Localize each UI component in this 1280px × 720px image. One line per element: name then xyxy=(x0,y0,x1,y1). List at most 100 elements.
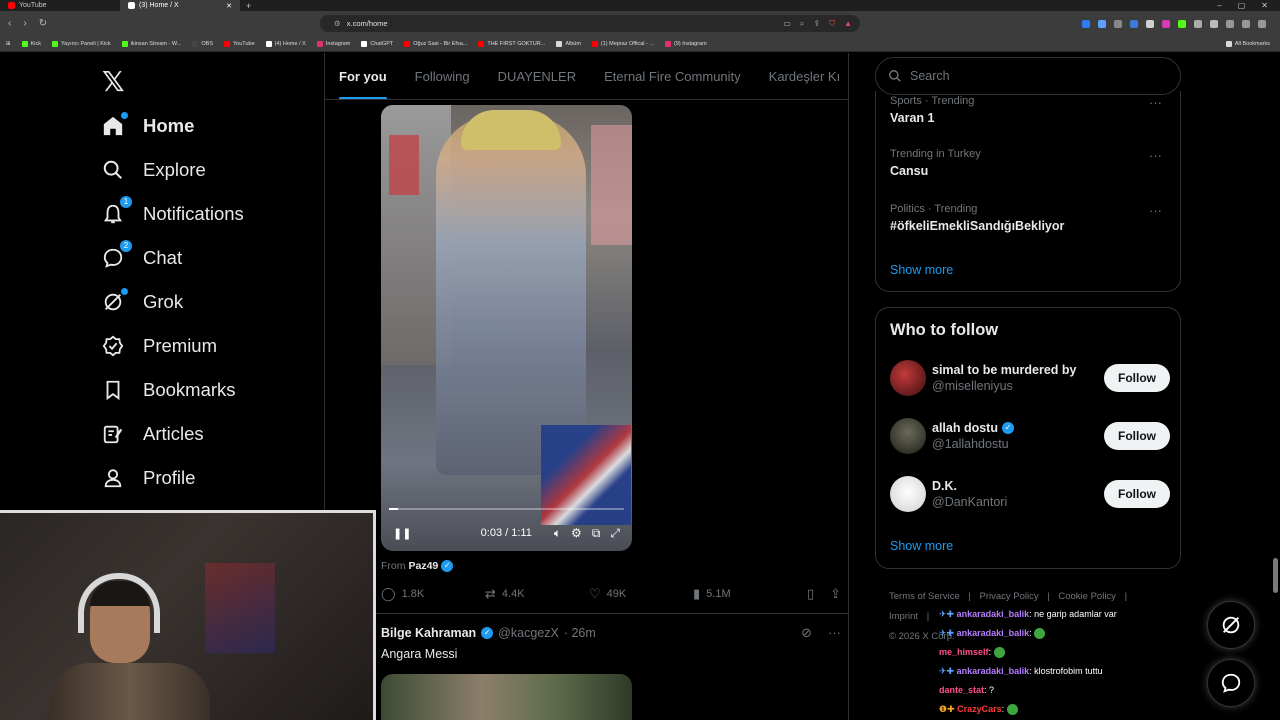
nav-item-explore[interactable]: Explore xyxy=(102,156,206,184)
follow-show-more-link[interactable]: Show more xyxy=(890,539,953,553)
url-field[interactable]: ⚙ x.com/home ▭ ⌕ ⇪ ⛉ ▲ xyxy=(320,15,860,32)
sidebar-icon[interactable] xyxy=(1226,19,1234,28)
trend-item[interactable]: Trending in Turkey Cansu ··· xyxy=(890,148,1170,178)
new-tab-button[interactable]: + xyxy=(240,1,257,11)
nav-item-profile[interactable]: Profile xyxy=(102,464,195,492)
messages-floating-button[interactable] xyxy=(1207,659,1255,707)
fullscreen-icon[interactable]: ⤢ xyxy=(610,526,620,541)
nav-item-articles[interactable]: Articles xyxy=(102,420,204,448)
like-button[interactable]: ♡ 49K xyxy=(589,586,693,602)
close-window-button[interactable]: ✕ xyxy=(1261,1,1268,10)
extension-icon[interactable] xyxy=(1194,19,1202,28)
pause-icon[interactable]: ❚❚ xyxy=(393,527,411,540)
bookmark[interactable]: ikinsan Stream - W... xyxy=(121,40,181,47)
apps-icon[interactable]: ⊞ xyxy=(6,41,11,47)
brave-shield-icon[interactable]: ⛉ xyxy=(829,19,835,29)
cookie-link[interactable]: Cookie Policy xyxy=(1058,591,1116,602)
tab-duayenler[interactable]: DUAYENLER xyxy=(498,53,577,99)
avatar[interactable] xyxy=(890,418,926,454)
pip-icon[interactable]: ⧉ xyxy=(592,526,601,541)
settings-icon[interactable]: ⚙ xyxy=(571,526,582,540)
imprint-link[interactable]: Imprint xyxy=(889,611,918,622)
tab-kardesler[interactable]: Kardeşler Kı xyxy=(769,53,841,99)
more-icon[interactable]: ··· xyxy=(828,625,841,641)
trend-item[interactable]: Sports · Trending Varan 1 ··· xyxy=(890,95,1170,125)
author-handle[interactable]: @kacgezX xyxy=(498,626,559,640)
avatar[interactable] xyxy=(890,360,926,396)
all-bookmarks-button[interactable]: All Bookmarks xyxy=(1225,40,1280,47)
share-icon[interactable]: ⇪ xyxy=(813,19,820,29)
nav-item-home[interactable]: Home xyxy=(102,112,194,140)
more-icon[interactable]: ··· xyxy=(1149,95,1162,110)
browser-tab-youtube[interactable]: YouTube xyxy=(0,0,120,11)
extension-icon[interactable] xyxy=(1146,19,1154,28)
tweet-time[interactable]: · 26m xyxy=(564,626,596,640)
tweet-media[interactable] xyxy=(381,674,632,720)
minimize-button[interactable]: – xyxy=(1217,1,1221,10)
nav-item-grok[interactable]: Grok xyxy=(102,288,183,316)
tab-following[interactable]: Following xyxy=(415,53,470,99)
wallet-icon[interactable] xyxy=(1242,19,1250,28)
share-icon[interactable]: ⇪ xyxy=(830,586,841,602)
reload-icon[interactable]: ↻ xyxy=(39,18,47,29)
terms-link[interactable]: Terms of Service xyxy=(889,591,960,602)
bookmark[interactable]: (4) Home / X xyxy=(265,40,306,47)
x-logo-icon[interactable]: 𝕏 xyxy=(102,65,125,98)
bookmark[interactable]: Yayıncı Paneli | Kick xyxy=(52,40,111,47)
extension-icon[interactable] xyxy=(1162,19,1170,28)
views-button[interactable]: ▮ 5.1M xyxy=(693,586,797,602)
more-icon[interactable]: ··· xyxy=(1149,148,1162,163)
forward-icon[interactable]: › xyxy=(23,18,26,29)
nav-item-notifications[interactable]: 1 Notifications xyxy=(102,196,244,228)
repost-button[interactable]: ⇄ 4.4K xyxy=(485,586,589,602)
grok-icon[interactable]: ⊘ xyxy=(801,625,812,641)
bookmark[interactable]: OBS xyxy=(192,40,213,47)
browser-tab-x-home[interactable]: (3) Home / X ✕ xyxy=(120,0,240,11)
bookmark[interactable]: (1) Mepraz Offical - ... xyxy=(591,40,654,47)
nav-item-bookmarks[interactable]: Bookmarks xyxy=(102,376,236,404)
source-user-link[interactable]: Paz49 xyxy=(409,560,439,572)
bookmark[interactable]: ChatGPT xyxy=(361,40,393,47)
video-progress-bar[interactable] xyxy=(389,508,624,510)
bookmark[interactable]: YouTube xyxy=(224,40,255,47)
follow-button[interactable]: Follow xyxy=(1104,364,1170,392)
bookmark[interactable]: Oğuz Sasi - Bir Efsa... xyxy=(404,40,467,47)
bookmark[interactable]: (9) Instagram xyxy=(664,40,707,47)
back-icon[interactable]: ‹ xyxy=(8,18,11,29)
nav-item-chat[interactable]: 2 Chat xyxy=(102,240,182,272)
follow-button[interactable]: Follow xyxy=(1104,422,1170,450)
extension-icon[interactable] xyxy=(1098,19,1106,28)
volume-icon[interactable]: 🔈︎ xyxy=(554,526,561,541)
bookmark[interactable]: THE FIRST GOKTUR... xyxy=(478,40,545,47)
page-scrollbar[interactable] xyxy=(1270,53,1280,720)
more-icon[interactable]: ··· xyxy=(1149,203,1162,218)
extension-icon[interactable] xyxy=(1210,19,1218,28)
follow-suggestion[interactable]: allah dostu ✓ @1allahdostu Follow xyxy=(890,416,1170,456)
site-info-icon[interactable]: ⚙ xyxy=(334,19,341,28)
menu-icon[interactable] xyxy=(1258,19,1266,28)
follow-suggestion[interactable]: simal to be murdered by @miselleniyus Fo… xyxy=(890,358,1170,398)
bookmark[interactable]: Kick xyxy=(21,40,41,47)
nav-item-premium[interactable]: Premium xyxy=(102,332,217,360)
extension-icon[interactable] xyxy=(1130,19,1138,28)
privacy-link[interactable]: Privacy Policy xyxy=(980,591,1039,602)
zoom-icon[interactable]: ⌕ xyxy=(800,19,804,29)
reply-button[interactable]: ◯ 1.8K xyxy=(381,586,485,602)
trend-item[interactable]: Politics · Trending #öfkeliEmekliSandığı… xyxy=(890,203,1170,233)
extension-icon[interactable] xyxy=(1114,19,1122,28)
video-player[interactable]: ❚❚ 0:03 / 1:11 🔈︎ ⚙ ⧉ ⤢ xyxy=(381,105,632,551)
follow-suggestion[interactable]: D.K. @DanKantori Follow xyxy=(890,474,1170,514)
close-tab-icon[interactable]: ✕ xyxy=(226,2,232,10)
grok-floating-button[interactable] xyxy=(1207,601,1255,649)
extension-icon[interactable] xyxy=(1178,19,1186,28)
tweet[interactable]: Bilge Kahraman ✓ @kacgezX · 26m ⊘ ··· An… xyxy=(381,625,841,720)
tab-eternal-fire-community[interactable]: Eternal Fire Community xyxy=(604,53,741,99)
maximize-button[interactable]: ▢ xyxy=(1238,1,1246,10)
trends-show-more-link[interactable]: Show more xyxy=(890,263,953,277)
search-input[interactable]: Search xyxy=(875,57,1181,95)
follow-button[interactable]: Follow xyxy=(1104,480,1170,508)
avatar[interactable] xyxy=(890,476,926,512)
install-icon[interactable]: ▭ xyxy=(783,19,791,29)
tab-for-you[interactable]: For you xyxy=(339,53,387,99)
brave-rewards-icon[interactable]: ▲ xyxy=(844,19,852,29)
